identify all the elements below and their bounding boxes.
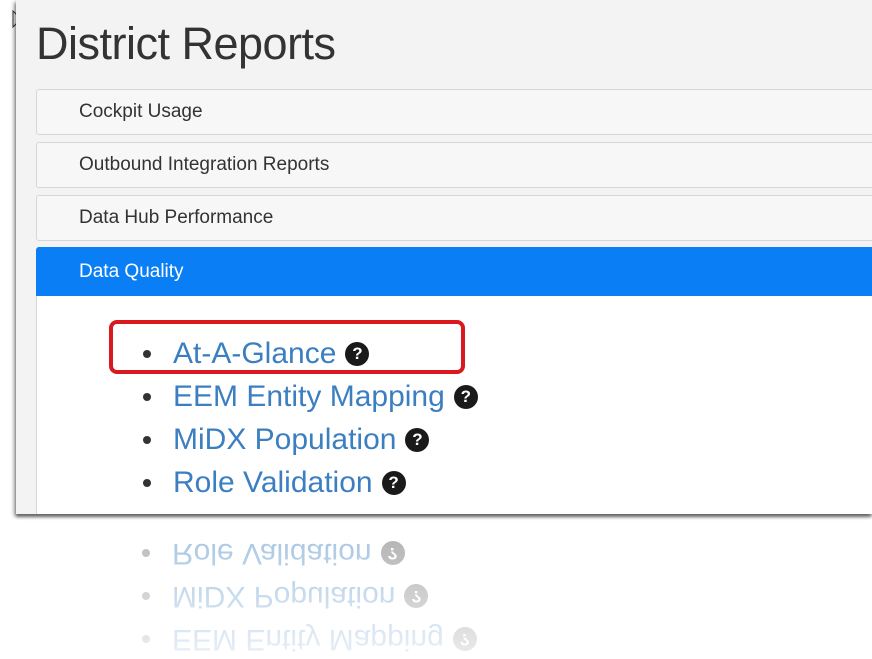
accordion-label: Outbound Integration Reports [79,154,330,175]
accordion-data-quality[interactable]: Data Quality [36,247,872,296]
reflected-link: Role Validation [172,537,372,571]
accordion-cockpit-usage[interactable]: Cockpit Usage [36,89,872,135]
bullet [143,392,151,401]
question-circle-icon: ? [452,627,477,652]
accordion-outbound-integration-reports[interactable]: Outbound Integration Reports [36,142,872,188]
bullet [142,635,150,644]
list-item: MiDX Population ? [37,418,478,461]
eem-entity-mapping-link[interactable]: EEM Entity Mapping [173,380,445,414]
reflected-link: MiDX Population [172,580,396,614]
reflection: EEM Entity Mapping ? MiDX Population ? R… [36,516,872,659]
accordion-label: Data Hub Performance [79,207,274,228]
role-validation-link[interactable]: Role Validation [173,466,373,500]
reflected-list-item: Role Validation ? [36,532,477,575]
reflected-link: EEM Entity Mapping [172,623,444,657]
list-item: EEM Entity Mapping ? [37,375,478,418]
accordion-data-hub-performance[interactable]: Data Hub Performance [36,195,872,241]
highlight-box [109,320,465,374]
district-reports-panel: District Reports Cockpit Usage Outbound … [16,0,872,514]
question-circle-icon: ? [404,584,429,609]
bullet [143,478,151,487]
bullet [142,549,150,558]
midx-population-link[interactable]: MiDX Population [173,423,396,457]
page-title: District Reports [36,18,336,69]
accordion-label: Cockpit Usage [79,101,203,122]
reflected-link-list: EEM Entity Mapping ? MiDX Population ? R… [36,532,477,659]
bullet [142,592,150,601]
question-circle-icon: ? [380,541,405,566]
question-circle-icon[interactable]: ? [405,427,430,452]
list-item: Role Validation ? [37,461,478,504]
reflected-list-item: EEM Entity Mapping ? [36,618,477,659]
question-circle-icon[interactable]: ? [453,384,478,409]
accordion-label: Data Quality [79,260,184,282]
question-circle-icon[interactable]: ? [381,470,406,495]
reflected-list-item: MiDX Population ? [36,575,477,618]
bullet [143,435,151,444]
